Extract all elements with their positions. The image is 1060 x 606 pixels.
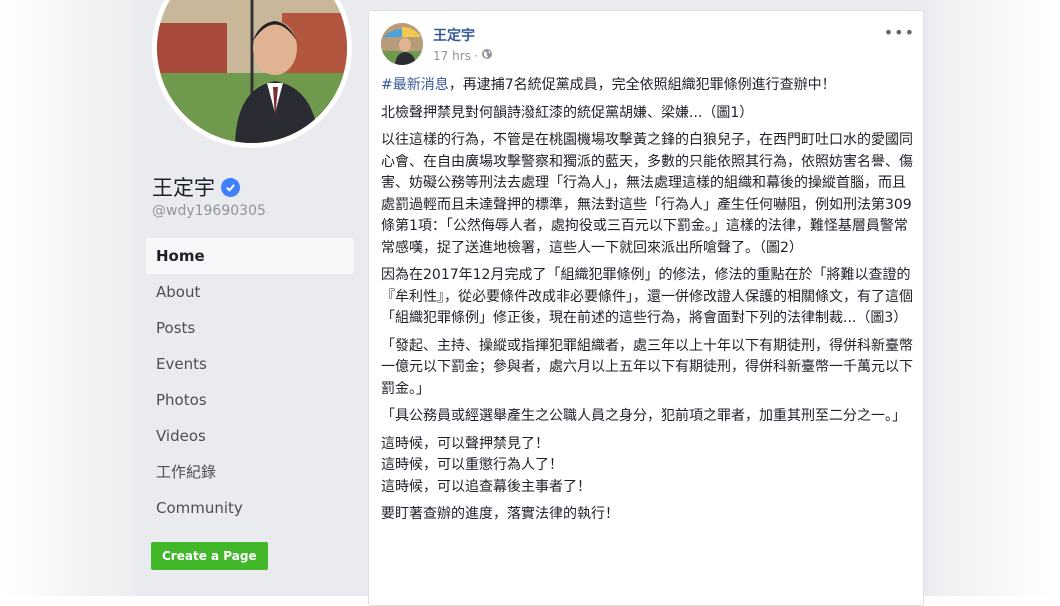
globe-icon bbox=[481, 48, 493, 63]
separator-dot: · bbox=[473, 48, 478, 63]
facebook-page: 王定宇 @wdy19690305 Home About Posts Events… bbox=[132, 0, 928, 606]
page-handle: @wdy19690305 bbox=[152, 203, 266, 219]
post-body: #最新消息，再逮捕7名統促黨成員，完全依照組織犯罪條例進行查辦中！ 北檢聲押禁見… bbox=[381, 75, 915, 532]
post-card: 王定宇 17 hrs · ••• #最新消息，再逮捕7名統促黨成員，完全依照組織… bbox=[368, 10, 924, 606]
post-paragraph-6: 「具公務員或經選舉產生之公職人員之身分，犯前項之罪者，加重其刑至二分之一。」 bbox=[381, 408, 906, 424]
page-name: 王定宇 bbox=[152, 172, 240, 202]
post-paragraph-5: 「發起、主持、操縱或指揮犯罪組織者，處三年以上十年以下有期徒刑，得併科新臺幣一億… bbox=[381, 337, 913, 397]
post-paragraph-4: 因為在2017年12月完成了「組織犯罪條例」的修法，修法的重點在於「將難以查證的… bbox=[381, 267, 913, 326]
blurred-left-margin bbox=[0, 0, 132, 596]
left-column: 王定宇 @wdy19690305 Home About Posts Events… bbox=[132, 0, 368, 596]
profile-picture[interactable] bbox=[152, 0, 352, 148]
post-paragraph-1-text: ，再逮捕7名統促黨成員，完全依照組織犯罪條例進行查辦中！ bbox=[448, 77, 836, 93]
post-paragraph-3: 以往這樣的行為，不管是在桃園機場攻擊黃之鋒的白狼兒子，在西門町吐口水的愛國同心會… bbox=[381, 132, 913, 256]
post-line-1: 這時候，可以聲押禁見了！ bbox=[381, 435, 549, 452]
post-paragraph-7: 這時候，可以聲押禁見了！ 這時候，可以重懲行為人了！ 這時候，可以追查幕後主事者… bbox=[381, 434, 915, 499]
post-line-3: 這時候，可以追查幕後主事者了！ bbox=[381, 478, 591, 495]
nav-item-home[interactable]: Home bbox=[146, 238, 354, 274]
post-time-text[interactable]: 17 hrs bbox=[433, 49, 471, 63]
post-paragraph-1: #最新消息，再逮捕7名統促黨成員，完全依照組織犯罪條例進行查辦中！ bbox=[381, 75, 915, 97]
post-author-name[interactable]: 王定宇 bbox=[433, 25, 475, 45]
post-timestamp: 17 hrs · bbox=[433, 48, 493, 63]
hashtag-link[interactable]: #最新消息 bbox=[381, 77, 449, 93]
verified-badge-icon bbox=[221, 177, 240, 197]
nav-item-photos[interactable]: Photos bbox=[146, 382, 354, 418]
create-page-button[interactable]: Create a Page bbox=[151, 542, 268, 570]
nav-item-events[interactable]: Events bbox=[146, 346, 354, 382]
page-nav: Home About Posts Events Photos Videos 工作… bbox=[146, 238, 354, 526]
nav-item-posts[interactable]: Posts bbox=[146, 310, 354, 346]
post-paragraph-2: 北檢聲押禁見對何韻詩潑紅漆的統促黨胡嫌、梁嫌...（圖1） bbox=[381, 104, 754, 121]
post-author-avatar[interactable] bbox=[381, 23, 423, 65]
blurred-right-margin bbox=[928, 0, 1060, 596]
nav-item-about[interactable]: About bbox=[146, 274, 354, 310]
nav-item-videos[interactable]: Videos bbox=[146, 418, 354, 454]
more-options-icon[interactable]: ••• bbox=[884, 23, 915, 42]
post-line-2: 這時候，可以重懲行為人了！ bbox=[381, 457, 563, 473]
nav-item-work-record[interactable]: 工作紀錄 bbox=[146, 454, 354, 490]
page-name-text: 王定宇 bbox=[152, 176, 215, 200]
post-paragraph-8: 要盯著查辦的進度，落實法律的執行！ bbox=[381, 506, 619, 522]
nav-item-community[interactable]: Community bbox=[146, 490, 354, 526]
